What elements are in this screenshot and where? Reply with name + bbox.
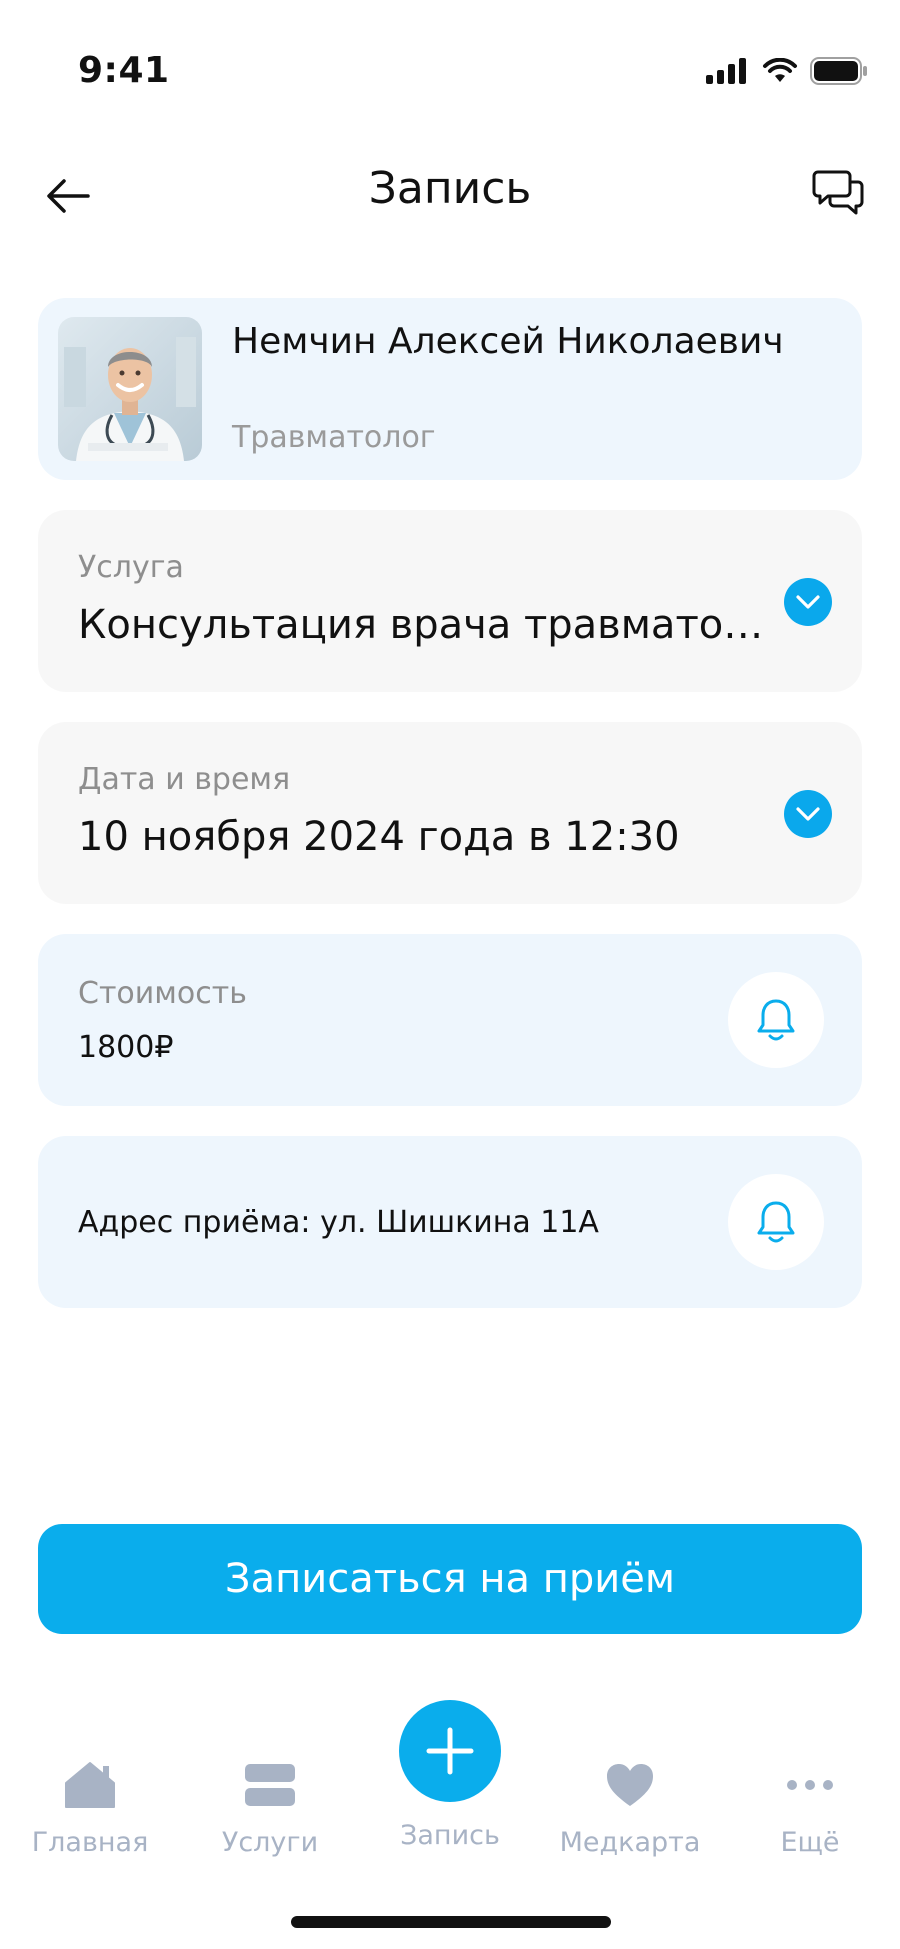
- home-indicator: [291, 1916, 611, 1928]
- nav-label-home: Главная: [31, 1827, 149, 1858]
- datetime-label: Дата и время: [78, 762, 291, 797]
- nav-item-appointment[interactable]: Запись: [380, 1700, 520, 1851]
- chevron-down-icon: [796, 595, 820, 609]
- doctor-specialty: Травматолог: [232, 420, 436, 455]
- nav-label-medcard: Медкарта: [559, 1827, 701, 1858]
- price-value: 1800₽: [78, 1030, 174, 1065]
- status-icons: [706, 56, 868, 86]
- bell-icon: [757, 1201, 795, 1243]
- address-text: Адрес приёма: ул. Шишкина 11А: [78, 1204, 599, 1240]
- service-select[interactable]: Услуга Консультация врача травматолога: [38, 510, 862, 692]
- service-value: Консультация врача травматолога: [78, 602, 778, 648]
- service-dropdown-button[interactable]: [784, 578, 832, 626]
- heart-icon: [600, 1755, 660, 1815]
- address-card: Адрес приёма: ул. Шишкина 11А: [38, 1136, 862, 1308]
- datetime-value: 10 ноября 2024 года в 12:30: [78, 814, 680, 860]
- wifi-icon: [763, 58, 797, 82]
- nav-item-medcard[interactable]: Медкарта: [550, 1755, 710, 1858]
- page-title: Запись: [368, 163, 532, 214]
- price-card: Стоимость 1800₽: [38, 934, 862, 1106]
- nav-item-more[interactable]: Ещё: [730, 1755, 890, 1858]
- signal-icon: [706, 58, 746, 84]
- service-label: Услуга: [78, 550, 184, 585]
- chat-button[interactable]: [806, 160, 870, 224]
- doctor-card[interactable]: Немчин Алексей Николаевич Травматолог: [38, 298, 862, 480]
- plus-icon: [399, 1700, 501, 1802]
- more-dots-icon: [780, 1755, 840, 1815]
- nav-label-services: Услуги: [221, 1827, 319, 1858]
- nav-item-services[interactable]: Услуги: [190, 1755, 350, 1858]
- price-notify-button[interactable]: [728, 972, 824, 1068]
- bell-icon: [757, 999, 795, 1041]
- book-appointment-button[interactable]: Записаться на приём: [38, 1524, 862, 1634]
- nav-item-home[interactable]: Главная: [10, 1755, 170, 1858]
- address-notify-button[interactable]: [728, 1174, 824, 1270]
- nav-label-more: Ещё: [780, 1827, 840, 1858]
- datetime-select[interactable]: Дата и время 10 ноября 2024 года в 12:30: [38, 722, 862, 904]
- status-time: 9:41: [78, 50, 170, 91]
- chevron-down-icon: [796, 807, 820, 821]
- doctor-name: Немчин Алексей Николаевич: [232, 321, 784, 362]
- battery-icon: [810, 57, 867, 85]
- chat-bubbles-icon: [812, 170, 864, 215]
- price-label: Стоимость: [78, 976, 247, 1011]
- doctor-avatar: [58, 317, 202, 461]
- home-icon: [60, 1755, 120, 1815]
- datetime-dropdown-button[interactable]: [784, 790, 832, 838]
- services-icon: [240, 1755, 300, 1815]
- nav-label-appointment: Запись: [400, 1820, 500, 1851]
